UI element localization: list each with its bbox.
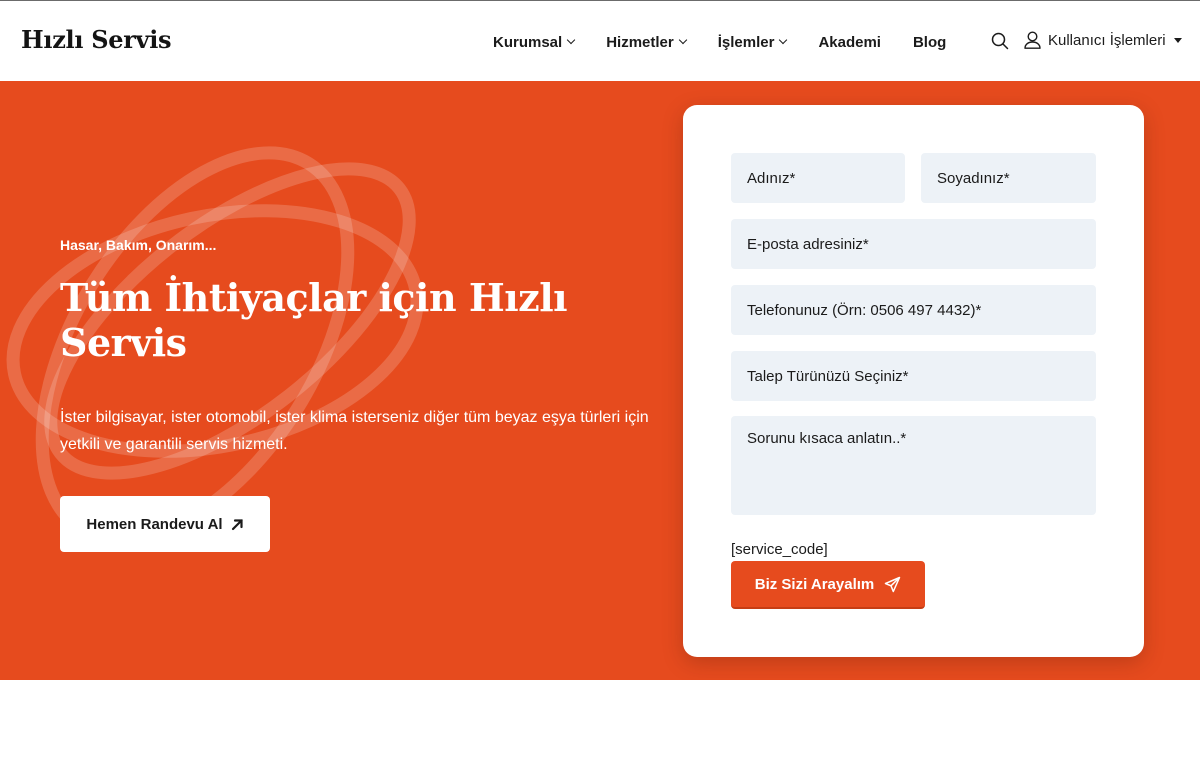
user-menu-label: Kullanıcı İşlemleri [1048,31,1166,49]
chevron-down-icon [779,35,788,45]
request-type-select[interactable]: Talep Türünüzü Seçiniz* [731,351,1096,401]
hero-title: Tüm İhtiyaçlar için Hızlı Servis [60,275,568,365]
surname-field[interactable] [921,153,1096,203]
message-field[interactable] [731,416,1096,515]
nav-item-label: Akademi [818,33,881,51]
caret-down-icon [1173,37,1182,43]
hero-description: İster bilgisayar, ister otomobil, ister … [60,409,649,453]
user-menu-button[interactable]: Kullanıcı İşlemleri [1024,31,1182,49]
nav-item-kurumsal[interactable]: Kurumsal [493,33,576,51]
send-icon [885,576,901,592]
service-code-text: [service_code] [731,541,828,558]
nav-item-label: Hizmetler [606,33,674,51]
phone-field[interactable] [731,285,1096,335]
submit-button-label: Biz Sizi Arayalım [754,575,875,593]
decorative-rings [6,146,424,546]
submit-button[interactable]: Biz Sizi Arayalım [731,561,925,609]
appointment-button-label: Hemen Randevu Al [86,515,223,533]
chevron-down-icon [566,35,576,45]
nav-item-label: Blog [912,33,947,51]
email-field[interactable] [731,219,1096,269]
name-field[interactable] [731,153,905,203]
nav-item-hizmetler[interactable]: Hizmetler [606,33,687,51]
hero-subtitle: Hasar, Bakım, Onarım... [60,237,217,253]
nav-item-blog[interactable]: Blog [913,34,946,51]
site-header: Hızlı Servis Kurumsal Hizmetler İşlemler… [0,1,1200,81]
request-type-label: Talep Türünüzü Seçiniz* [747,367,909,385]
search-icon[interactable] [991,32,1009,50]
user-icon [1024,31,1041,49]
nav-item-islemler[interactable]: İşlemler [717,33,788,51]
contact-form-card: Talep Türünüzü Seçiniz* [service_code] B… [683,105,1144,657]
chevron-down-icon [678,35,687,45]
main-nav: Kurumsal Hizmetler İşlemler Akademi Blog [493,31,946,53]
site-logo[interactable]: Hızlı Servis [21,25,172,54]
nav-item-akademi[interactable]: Akademi [818,34,881,51]
hero-section: Hasar, Bakım, Onarım... Tüm İhtiyaçlar i… [0,81,1200,680]
appointment-button[interactable]: Hemen Randevu Al [60,496,270,552]
nav-item-label: İşlemler [717,33,775,51]
arrow-up-right-icon [231,518,243,530]
nav-item-label: Kurumsal [493,33,563,51]
